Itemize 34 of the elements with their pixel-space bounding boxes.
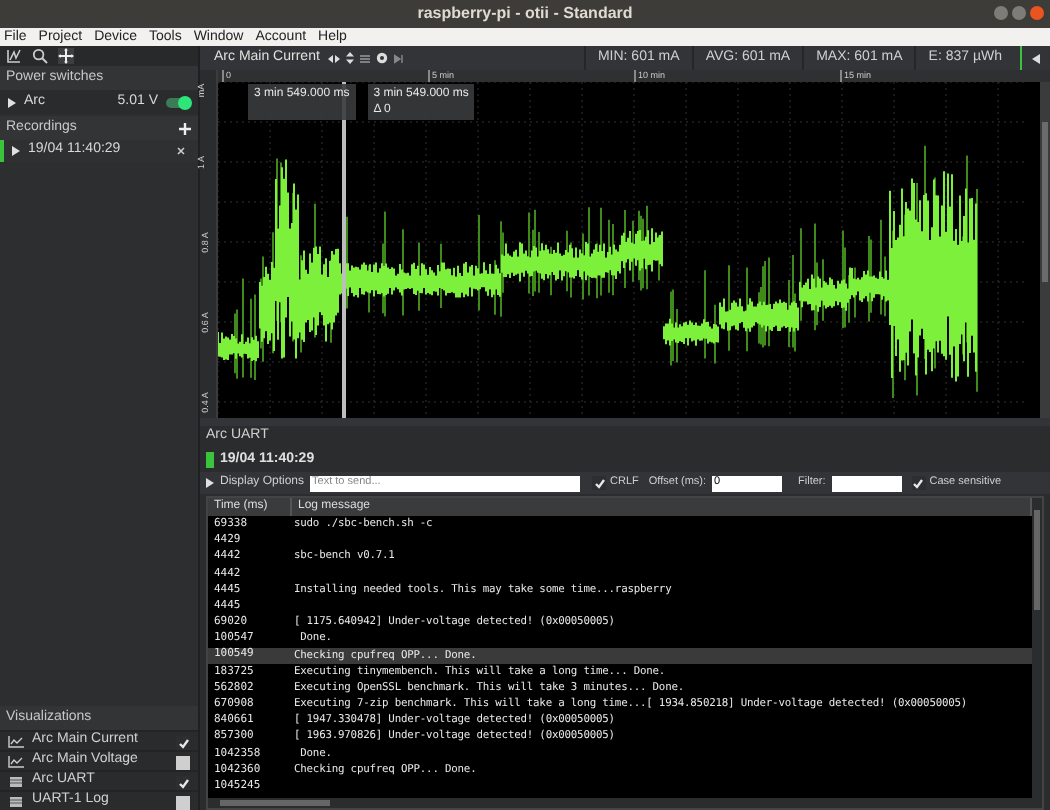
checkbox[interactable] bbox=[911, 476, 926, 490]
power-toggle[interactable] bbox=[166, 97, 190, 107]
checkbox[interactable] bbox=[176, 755, 190, 769]
filter-input-field[interactable] bbox=[831, 475, 902, 491]
minimize-button[interactable] bbox=[994, 6, 1008, 20]
expand-arrow-icon[interactable] bbox=[12, 146, 20, 156]
horizontal-scrollbar[interactable] bbox=[208, 798, 1032, 808]
scrollbar[interactable] bbox=[1040, 82, 1050, 418]
search-icon[interactable] bbox=[32, 48, 48, 64]
maximize-button[interactable] bbox=[1012, 6, 1026, 20]
checkbox[interactable] bbox=[592, 476, 607, 490]
cursor-line[interactable] bbox=[342, 82, 346, 418]
checkbox[interactable] bbox=[176, 776, 190, 790]
close-icon[interactable] bbox=[176, 146, 186, 156]
settings-icon[interactable] bbox=[375, 52, 388, 64]
expand-arrow-icon[interactable] bbox=[206, 478, 214, 488]
line-chart-icon bbox=[8, 755, 24, 767]
recording-marker bbox=[206, 452, 214, 468]
play-icon[interactable] bbox=[393, 53, 406, 63]
expand-arrow-icon[interactable] bbox=[8, 97, 16, 107]
close-button[interactable] bbox=[1030, 6, 1044, 20]
checkbox[interactable] bbox=[176, 795, 190, 809]
vertical-arrows-icon[interactable] bbox=[345, 52, 354, 64]
lines-icon[interactable] bbox=[359, 53, 370, 63]
graph-tool-icon[interactable] bbox=[6, 48, 22, 64]
horizontal-arrows-icon[interactable] bbox=[327, 53, 340, 63]
collapse-icon[interactable] bbox=[1032, 53, 1040, 63]
add-icon[interactable] bbox=[178, 121, 192, 135]
window-title: raspberry-pi - otii - Standard bbox=[417, 2, 633, 26]
line-chart-icon bbox=[8, 735, 24, 747]
log-icon bbox=[8, 795, 24, 807]
checkbox[interactable] bbox=[176, 736, 190, 750]
log-icon bbox=[8, 775, 24, 787]
move-icon[interactable] bbox=[58, 48, 74, 64]
